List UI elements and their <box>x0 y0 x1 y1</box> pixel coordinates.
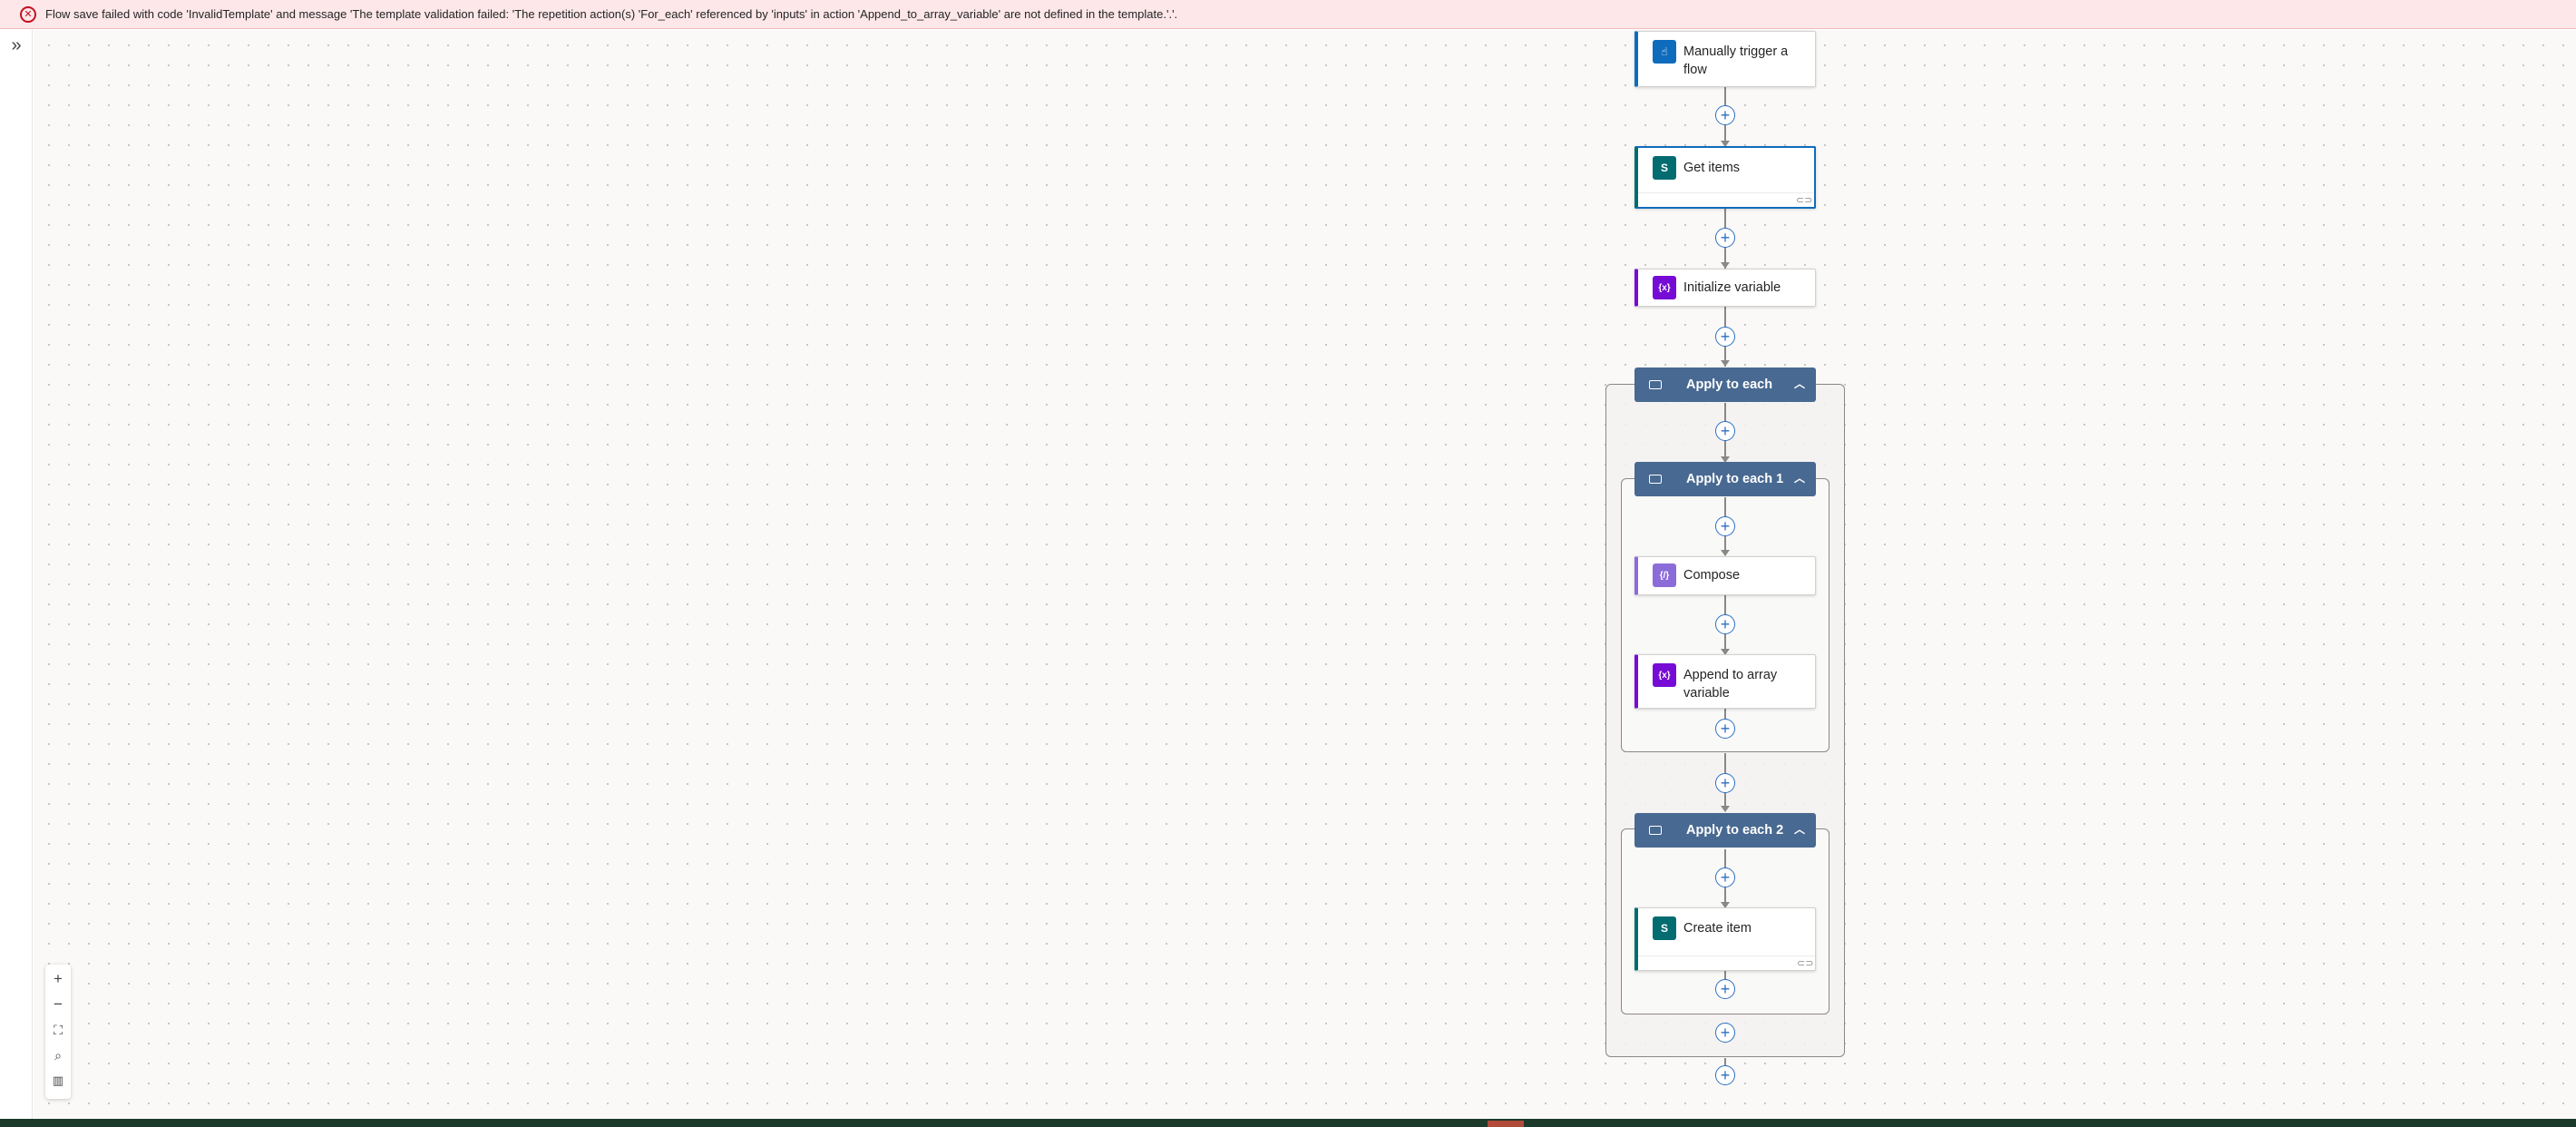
zoom-out-button[interactable]: − <box>45 992 71 1017</box>
insert-step-button[interactable]: + <box>1715 614 1735 634</box>
expand-panel-icon[interactable]: » <box>6 35 26 55</box>
connector-arrow <box>1721 550 1730 556</box>
loop-icon <box>1649 380 1662 389</box>
append-to-array-variable-card[interactable]: {x} Append to array variable <box>1634 654 1816 709</box>
error-banner: ✕ Flow save failed with code 'InvalidTem… <box>0 0 2576 29</box>
insert-step-button[interactable]: + <box>1715 105 1735 125</box>
initialize-variable-card[interactable]: {x} Initialize variable <box>1634 269 1816 307</box>
insert-step-button[interactable]: + <box>1715 719 1735 739</box>
card-footer: ⊂⊃ <box>1638 192 1814 207</box>
zoom-in-button[interactable]: + <box>45 966 71 992</box>
card-footer: ⊂⊃ <box>1638 956 1815 970</box>
connector-arrow <box>1721 806 1730 812</box>
chevron-up-icon[interactable]: ︿ <box>1792 822 1807 837</box>
variable-icon: {x} <box>1653 276 1676 299</box>
bottom-bar <box>0 1119 2576 1127</box>
insert-step-button[interactable]: + <box>1715 327 1735 347</box>
fit-view-icon[interactable]: ⛶ <box>45 1017 71 1043</box>
append-to-array-label: Append to array variable <box>1683 668 1778 701</box>
create-item-card[interactable]: S Create item ⊂⊃ <box>1634 907 1816 971</box>
sharepoint-icon: S <box>1653 156 1676 180</box>
insert-step-button[interactable]: + <box>1715 773 1735 793</box>
link-icon: ⊂⊃ <box>1796 195 1813 206</box>
compose-label: Compose <box>1683 568 1741 583</box>
variable-icon: {x} <box>1653 663 1676 687</box>
loop-icon <box>1649 475 1662 484</box>
trigger-label: Manually trigger a flow <box>1683 44 1789 77</box>
compose-icon: {/} <box>1653 564 1676 587</box>
initialize-variable-label: Initialize variable <box>1683 280 1781 295</box>
connector-arrow <box>1721 262 1730 269</box>
link-icon: ⊂⊃ <box>1797 958 1814 969</box>
create-item-label: Create item <box>1683 921 1751 936</box>
error-icon: ✕ <box>20 5 36 23</box>
compose-card[interactable]: {/} Compose <box>1634 556 1816 595</box>
get-items-card[interactable]: S Get items ⊂⊃ <box>1634 146 1816 209</box>
left-rail: » <box>0 30 33 1119</box>
minimap-icon[interactable]: ▥ <box>45 1068 71 1093</box>
apply-to-each-2-header[interactable]: Apply to each 2 ︿ <box>1634 813 1816 848</box>
apply-to-each-header[interactable]: Apply to each ︿ <box>1634 368 1816 402</box>
sharepoint-icon: S <box>1653 916 1676 940</box>
connector-arrow <box>1721 360 1730 367</box>
zoom-controls: + − ⛶ ⌕ ▥ <box>45 965 71 1099</box>
error-message: Flow save failed with code 'InvalidTempl… <box>45 7 1178 21</box>
loop-icon <box>1649 826 1662 835</box>
chevron-up-icon[interactable]: ︿ <box>1792 471 1807 485</box>
apply-to-each-label: Apply to each <box>1686 377 1773 392</box>
apply-to-each-1-header[interactable]: Apply to each 1 ︿ <box>1634 462 1816 496</box>
get-items-label: Get items <box>1683 161 1741 175</box>
insert-step-button[interactable]: + <box>1715 228 1735 248</box>
designer-canvas[interactable] <box>34 30 2576 1119</box>
insert-step-button[interactable]: + <box>1715 867 1735 887</box>
insert-step-button[interactable]: + <box>1715 1065 1735 1085</box>
bottom-indicator <box>1488 1121 1524 1127</box>
apply-to-each-2-label: Apply to each 2 <box>1686 823 1784 838</box>
apply-to-each-1-label: Apply to each 1 <box>1686 472 1784 486</box>
hand-pointer-icon: ☝ <box>1653 40 1676 64</box>
search-icon[interactable]: ⌕ <box>45 1043 71 1068</box>
insert-step-button[interactable]: + <box>1715 421 1735 441</box>
insert-step-button[interactable]: + <box>1715 979 1735 999</box>
trigger-card[interactable]: ☝ Manually trigger a flow <box>1634 31 1816 87</box>
insert-step-button[interactable]: + <box>1715 516 1735 536</box>
insert-step-button[interactable]: + <box>1715 1023 1735 1043</box>
chevron-up-icon[interactable]: ︿ <box>1792 377 1807 391</box>
